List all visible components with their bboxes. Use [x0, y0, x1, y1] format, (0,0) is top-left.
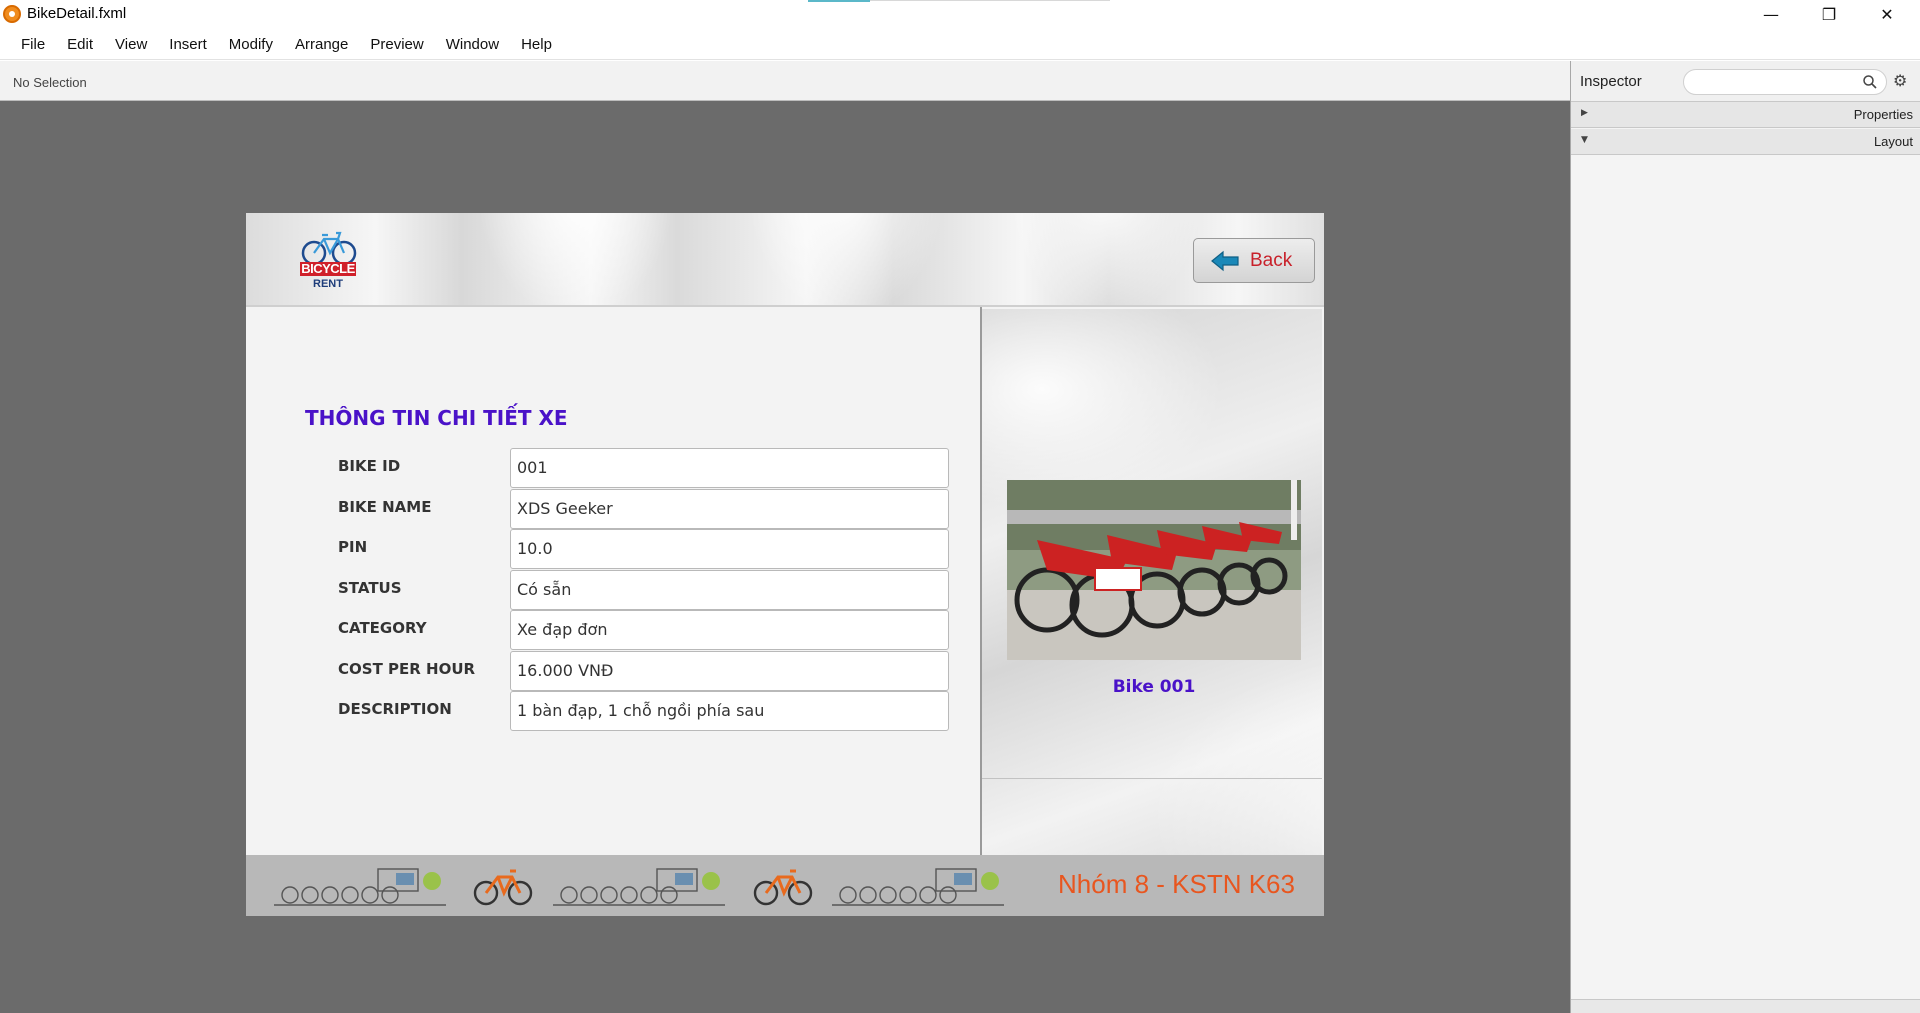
label-cost-per-hour: COST PER HOUR: [338, 660, 476, 678]
arrow-left-icon: [1211, 250, 1239, 271]
menu-preview[interactable]: Preview: [359, 36, 434, 53]
chevron-down-icon: ▼: [1581, 135, 1588, 145]
scene-builder-app-icon: [3, 5, 21, 23]
menu-edit[interactable]: Edit: [56, 36, 104, 53]
selection-status-bar: No Selection: [0, 61, 1570, 101]
inspector-bottom-bar: [1571, 999, 1920, 1013]
search-icon: [1863, 75, 1877, 89]
menu-bar: File Edit View Insert Modify Arrange Pre…: [0, 29, 1920, 60]
chevron-right-icon: ▶: [1581, 108, 1588, 118]
label-bike-name: BIKE NAME: [338, 498, 432, 516]
inspector-title: Inspector: [1580, 73, 1642, 90]
inspector-panel: Inspector ⚙ ▶ Properties ▼ Layout: [1570, 61, 1920, 1013]
status-field[interactable]: Có sẵn: [510, 570, 949, 610]
inspector-section-label: Layout: [1873, 134, 1913, 149]
logo-text-bicycle: BICYCLE: [300, 261, 356, 276]
orange-bicycle-icon: [753, 869, 813, 906]
bike-name-field[interactable]: XDS Geeker: [510, 489, 949, 529]
scene-footer: Nhóm 8 - KSTN K63: [246, 855, 1324, 916]
inspector-section-properties[interactable]: ▶ Properties: [1571, 102, 1920, 128]
inspector-section-layout[interactable]: ▼ Layout: [1571, 129, 1920, 155]
selection-status: No Selection: [13, 75, 87, 90]
pin-field[interactable]: 10.0: [510, 529, 949, 569]
menu-help[interactable]: Help: [510, 36, 563, 53]
bike-image-panel: Bike 001: [982, 309, 1322, 855]
gear-icon[interactable]: ⚙: [1893, 71, 1907, 90]
description-field[interactable]: 1 bàn đạp, 1 chỗ ngồi phía sau: [510, 691, 949, 731]
back-button-label: Back: [1250, 249, 1293, 271]
scene-header: BICYCLE RENT Back: [246, 213, 1324, 307]
window-title: BikeDetail.fxml: [27, 5, 127, 22]
minimize-button[interactable]: —: [1742, 0, 1800, 29]
bike-station-illustration-icon: [553, 868, 725, 906]
bike-detail-scene[interactable]: BICYCLE RENT Back THÔNG TIN CHI TIẾT XE …: [246, 213, 1324, 916]
logo-text-rent: RENT: [313, 278, 343, 290]
orange-bicycle-icon: [473, 869, 533, 906]
menu-file[interactable]: File: [10, 36, 56, 53]
inspector-section-label: Properties: [1853, 107, 1913, 122]
footer-team-label: Nhóm 8 - KSTN K63: [1058, 869, 1295, 899]
label-description: DESCRIPTION: [338, 700, 452, 718]
bike-photo-image: [1007, 480, 1301, 660]
label-status: STATUS: [338, 579, 402, 597]
menu-arrange[interactable]: Arrange: [284, 36, 359, 53]
bike-image-caption: Bike 001: [1112, 677, 1196, 697]
close-button[interactable]: ✕: [1858, 0, 1916, 29]
title-divider-line: [870, 0, 1110, 1]
inspector-header: Inspector ⚙: [1571, 61, 1920, 102]
bike-station-illustration-icon: [274, 868, 446, 906]
menu-modify[interactable]: Modify: [218, 36, 284, 53]
category-field[interactable]: Xe đạp đơn: [510, 610, 949, 650]
inspector-search-input[interactable]: [1683, 69, 1887, 95]
menu-window[interactable]: Window: [435, 36, 510, 53]
maximize-button[interactable]: ❐: [1800, 0, 1858, 29]
menu-insert[interactable]: Insert: [158, 36, 218, 53]
cost-per-hour-field[interactable]: 16.000 VNĐ: [510, 651, 949, 691]
window-title-bar: BikeDetail.fxml — ❐ ✕: [0, 0, 1920, 29]
menu-view[interactable]: View: [104, 36, 158, 53]
title-accent-line: [808, 0, 870, 2]
label-category: CATEGORY: [338, 619, 427, 637]
bike-id-field[interactable]: 001: [510, 448, 949, 488]
label-pin: PIN: [338, 538, 368, 556]
bike-station-illustration-icon: [832, 868, 1004, 906]
label-bike-id: BIKE ID: [338, 457, 401, 475]
section-title: THÔNG TIN CHI TIẾT XE: [305, 406, 568, 430]
back-button[interactable]: Back: [1193, 238, 1315, 283]
